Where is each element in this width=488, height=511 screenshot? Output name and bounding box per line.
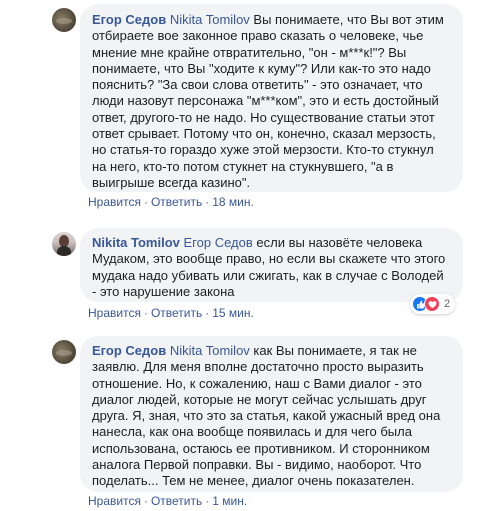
comment-text-line: понимаете, что Вы "ходите к куму"? Или к… bbox=[92, 60, 431, 76]
comment-text-line: люди назовут персонажа "м***ком", это и … bbox=[92, 93, 439, 109]
comment-text-line: поделать... Тем не менее, диалог очень п… bbox=[92, 473, 415, 489]
comment-text-line: нанесла, как она вообще появилась и для … bbox=[92, 424, 412, 440]
separator: · bbox=[143, 195, 148, 209]
comment-timestamp[interactable]: 15 мин. bbox=[212, 306, 254, 320]
reply-link[interactable]: Ответить bbox=[151, 494, 202, 508]
comment-text-line: использована, остаюсь ее противником. И … bbox=[92, 440, 430, 456]
comment-text-line: аналога Первой поправки. Вы - видимо, на… bbox=[92, 457, 422, 473]
comment-timestamp[interactable]: 1 мин. bbox=[212, 494, 247, 508]
comment-bubble: Nikita Tomilov Егор Седов если вы назовё… bbox=[80, 228, 463, 302]
comment-text-line: мудака надо убивать или сжигать, как в с… bbox=[92, 267, 444, 283]
comment-author[interactable]: Егор Седов bbox=[92, 343, 166, 358]
comment-text-line: Вы понимаете, что Вы вот этим bbox=[249, 12, 444, 27]
comment-text-line: если вы назовёте человека bbox=[252, 235, 423, 250]
separator: · bbox=[143, 306, 148, 320]
reactions-badge[interactable]: 2 bbox=[410, 294, 456, 314]
comment-author[interactable]: Егор Седов bbox=[92, 12, 166, 27]
comment-mention[interactable]: Егор Седов bbox=[184, 235, 253, 250]
like-link[interactable]: Нравится bbox=[88, 195, 141, 209]
comment-text-line: ответ, другого-то не надо. Но существова… bbox=[92, 109, 435, 125]
separator: · bbox=[205, 494, 210, 508]
comment-text-line: ответ срывает. Потому что он, конечно, с… bbox=[92, 126, 436, 142]
comment-bubble: Егор Седов Nikita Tomilov как Вы понимае… bbox=[80, 336, 463, 492]
reply-link[interactable]: Ответить bbox=[151, 195, 202, 209]
comment-mention[interactable]: Nikita Tomilov bbox=[170, 12, 250, 27]
comment-text-line: пояснить? "За свои слова ответить" - это… bbox=[92, 77, 423, 93]
reply-link[interactable]: Ответить bbox=[151, 306, 202, 320]
comment-text-line: мнение мне крайне отвратительно, "он - м… bbox=[92, 44, 407, 60]
comment-text-line: отбираете вое законное право сказать о ч… bbox=[92, 28, 424, 44]
avatar[interactable] bbox=[52, 8, 76, 32]
comment-text-line: заявлю. Для меня вполне достаточно прост… bbox=[92, 359, 424, 375]
separator: · bbox=[205, 306, 210, 320]
avatar[interactable] bbox=[52, 340, 76, 364]
comment-text-line: на него, кто-то потом стукнет на стукнув… bbox=[92, 158, 394, 174]
comment-timestamp[interactable]: 18 мин. bbox=[212, 195, 254, 209]
separator: · bbox=[205, 195, 210, 209]
comment-actions: Нравится · Ответить · 1 мин. bbox=[88, 494, 247, 508]
comment-author[interactable]: Nikita Tomilov bbox=[92, 235, 180, 250]
comment-text-line: как Вы понимаете, я так не bbox=[249, 343, 417, 358]
separator: · bbox=[143, 494, 148, 508]
comment-actions: Нравится · Ответить · 18 мин. bbox=[88, 195, 254, 209]
reaction-count: 2 bbox=[444, 298, 451, 310]
love-icon bbox=[424, 296, 440, 312]
comment-text-line: друга. Я, зная, что это за статья, какой… bbox=[92, 408, 441, 424]
comment-text-line: выигрыше всегда казино". bbox=[92, 174, 251, 190]
comment-text-line: но статья-то гораздо хуже этой мерзости.… bbox=[92, 142, 434, 158]
like-link[interactable]: Нравится bbox=[88, 494, 141, 508]
comment-text-line: Мудаком, это вообще право, но если вы ск… bbox=[92, 251, 446, 267]
comment-text-line: отношение. Но, к сожалению, наш с Вами д… bbox=[92, 375, 422, 391]
like-link[interactable]: Нравится bbox=[88, 306, 141, 320]
comment-bubble: Егор Седов Nikita Tomilov Вы понимаете, … bbox=[80, 4, 463, 192]
comment-text-line: диалог людей, которые не могут сейчас ус… bbox=[92, 391, 427, 407]
comment-text-line: - это нарушение закона bbox=[92, 283, 235, 299]
comment-mention[interactable]: Nikita Tomilov bbox=[170, 343, 250, 358]
comment-actions: Нравится · Ответить · 15 мин. bbox=[88, 306, 254, 320]
avatar[interactable] bbox=[52, 232, 76, 256]
